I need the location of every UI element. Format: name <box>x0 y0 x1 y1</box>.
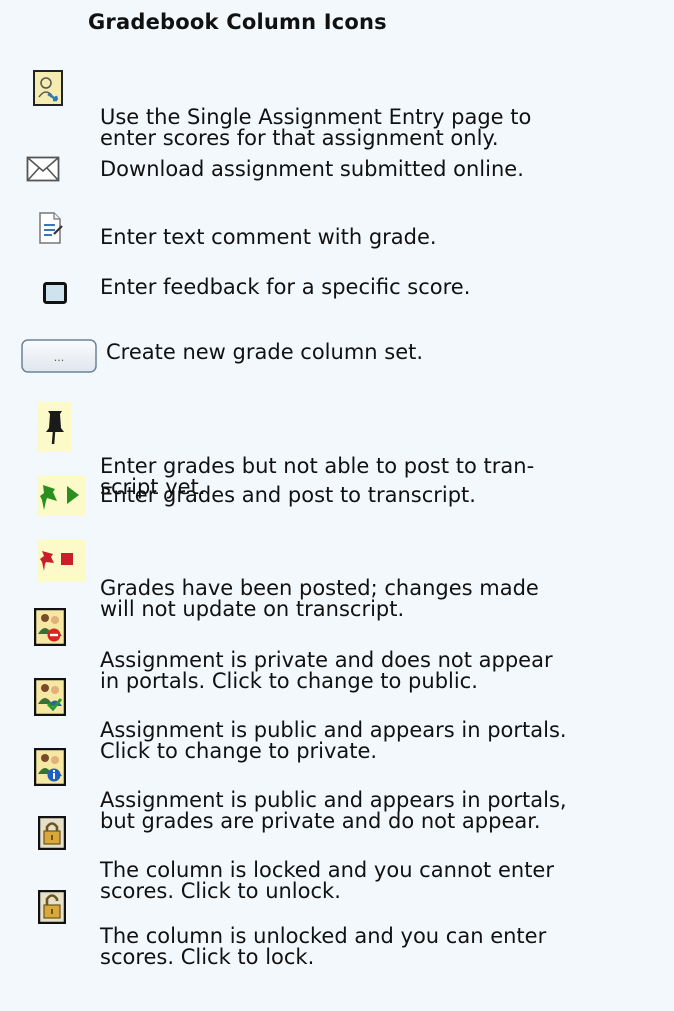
legend-item-column-unlocked: The column is unlocked and you can enter… <box>0 884 674 968</box>
legend-item-score-feedback: Enter feedback for a specific score. <box>0 272 674 312</box>
people-grades-private-icon <box>34 748 66 786</box>
padlock-locked-icon <box>38 816 66 850</box>
red-pushpin-stop-icon <box>37 540 85 582</box>
legend-item-column-locked: The column is locked and you cannot ente… <box>0 814 674 902</box>
page-title: Gradebook Column Icons <box>88 10 387 34</box>
legend-item-text: Enter grades and post to transcript. <box>100 483 476 507</box>
legend-item-text: The column is unlocked and you can enter… <box>100 924 547 969</box>
legend-item-download-submission: Download assignment submitted online. <box>0 150 674 190</box>
legend-item-text: Enter feedback for a specific score. <box>100 275 471 299</box>
legend-item-pushpin-not-postable: Enter grades but not able to post to tra… <box>0 402 674 498</box>
legend-item-text: Download assignment submitted online. <box>100 157 524 181</box>
text-comment-icon <box>38 212 64 244</box>
legend-item-text: Create new grade column set. <box>106 340 424 364</box>
legend-item-assignment-public: Assignment is public and appears in port… <box>0 674 674 762</box>
black-pushpin-icon <box>37 402 71 452</box>
legend-item-new-column-set: ... Create new grade column set. <box>0 332 674 378</box>
ellipsis-button-icon: ... <box>21 339 97 373</box>
legend-item-pushpin-post: Enter grades and post to transcript. <box>0 476 674 516</box>
legend-item-grades-private: Assignment is public and appears in port… <box>0 744 674 832</box>
legend-item-text-comment: Enter text comment with grade. <box>0 212 674 252</box>
single-assignment-entry-icon <box>33 70 63 106</box>
legend-item-grades-posted: Grades have been posted; changes made wil… <box>0 536 674 620</box>
legend-item-text: Enter text comment with grade. <box>100 225 437 249</box>
envelope-icon <box>26 156 60 182</box>
legend-item-assignment-private: Assignment is private and does not appea… <box>0 604 674 692</box>
svg-text:...: ... <box>54 351 65 364</box>
feedback-box-icon <box>43 282 67 304</box>
people-private-icon <box>34 608 66 646</box>
people-public-icon <box>34 678 66 716</box>
legend-item-single-assignment-entry: Use the Single Assignment Entry page to e… <box>0 62 674 149</box>
green-pushpin-play-icon <box>37 476 85 516</box>
padlock-unlocked-icon <box>38 890 66 924</box>
